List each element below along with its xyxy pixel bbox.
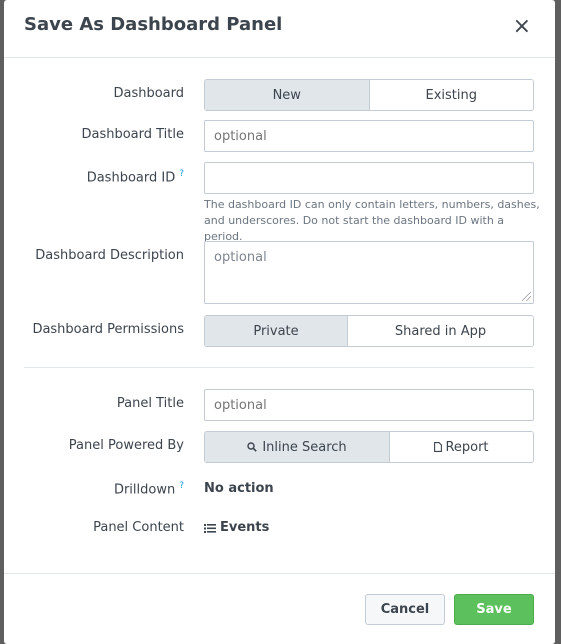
panel-powered-by-label: Panel Powered By	[68, 438, 184, 453]
save-button[interactable]: Save	[454, 594, 534, 625]
dashboard-description-label: Dashboard Description	[35, 248, 184, 263]
document-icon	[434, 442, 443, 452]
close-icon[interactable]: ×	[513, 16, 531, 38]
dashboard-toggle: New Existing	[204, 79, 534, 111]
dashboard-existing-button[interactable]: Existing	[368, 80, 533, 110]
drilldown-label-text: Drilldown	[113, 482, 176, 498]
dashboard-description-placeholder: optional	[214, 250, 267, 265]
list-icon	[204, 523, 216, 533]
dashboard-title-label: Dashboard Title	[81, 127, 184, 142]
panel-content-label: Panel Content	[93, 520, 184, 535]
section-divider	[24, 367, 534, 368]
save-dashboard-panel-dialog: Save As Dashboard Panel × Dashboard New …	[4, 0, 555, 644]
report-button[interactable]: Report	[389, 432, 533, 462]
dashboard-label: Dashboard	[113, 86, 184, 101]
panel-title-label: Panel Title	[116, 396, 184, 411]
dashboard-id-input[interactable]	[204, 162, 534, 194]
panel-content-text: Events	[220, 520, 270, 535]
dashboard-id-hint: The dashboard ID can only contain letter…	[204, 198, 540, 243]
resize-grip-icon[interactable]	[522, 292, 531, 301]
help-icon[interactable]: ?	[179, 169, 184, 179]
inline-search-label: Inline Search	[262, 439, 347, 455]
modal-backdrop-right	[555, 0, 561, 644]
dashboard-id-label: Dashboard ID?	[87, 169, 184, 185]
panel-powered-by-toggle: Inline Search Report	[204, 431, 534, 463]
permissions-private-button[interactable]: Private	[205, 316, 347, 346]
drilldown-value: No action	[204, 481, 274, 496]
dashboard-permissions-label: Dashboard Permissions	[32, 322, 184, 337]
search-icon	[247, 442, 258, 452]
inline-search-button[interactable]: Inline Search	[205, 432, 389, 462]
dashboard-title-input[interactable]	[204, 120, 534, 152]
help-icon[interactable]: ?	[179, 481, 184, 491]
cancel-button[interactable]: Cancel	[365, 594, 445, 625]
dashboard-permissions-toggle: Private Shared in App	[204, 315, 534, 347]
permissions-shared-button[interactable]: Shared in App	[347, 316, 533, 346]
dialog-footer-divider	[4, 573, 555, 574]
dialog-title: Save As Dashboard Panel	[24, 14, 283, 35]
dashboard-new-button[interactable]: New	[205, 80, 369, 110]
panel-content-value: Events	[204, 520, 269, 535]
report-label: Report	[445, 439, 489, 455]
drilldown-label: Drilldown?	[114, 481, 184, 497]
panel-title-input[interactable]	[204, 389, 534, 421]
dialog-header: Save As Dashboard Panel ×	[4, 0, 555, 58]
dashboard-id-label-text: Dashboard ID	[86, 170, 176, 186]
dashboard-description-textarea[interactable]: optional	[204, 241, 534, 304]
